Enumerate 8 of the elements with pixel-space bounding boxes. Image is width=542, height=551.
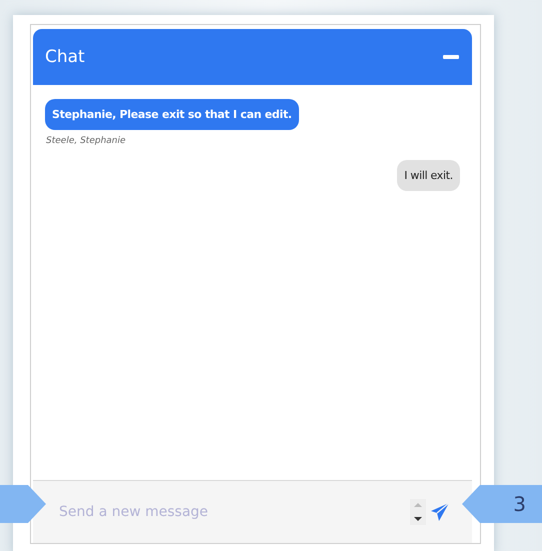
message-composer[interactable]: Send a new message: [33, 480, 472, 543]
chat-title: Chat: [45, 47, 85, 67]
outgoing-message: I will exit.: [397, 160, 460, 191]
spinner-icon[interactable]: [410, 499, 426, 525]
sender-name: Steele, Stephanie: [46, 136, 126, 146]
incoming-message: Stephanie, Please exit so that I can edit.: [45, 99, 299, 130]
callout-number: 3: [513, 492, 526, 516]
message-input[interactable]: Send a new message: [57, 503, 410, 521]
